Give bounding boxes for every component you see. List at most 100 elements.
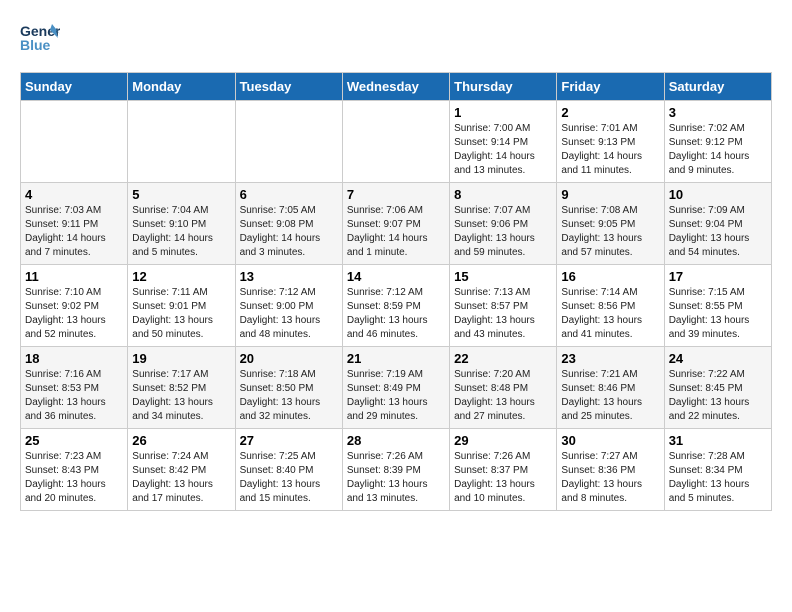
weekday-header-thursday: Thursday xyxy=(450,73,557,101)
day-info: Sunrise: 7:12 AM Sunset: 8:59 PM Dayligh… xyxy=(347,286,445,342)
calendar-cell: 16 Sunrise: 7:14 AM Sunset: 8:56 PM Dayli… xyxy=(557,265,664,347)
day-number: 28 xyxy=(347,433,445,448)
calendar-cell: 2 Sunrise: 7:01 AM Sunset: 9:13 PM Daylig… xyxy=(557,101,664,183)
calendar-cell: 24 Sunrise: 7:22 AM Sunset: 8:45 PM Dayli… xyxy=(664,347,771,429)
calendar-cell: 28 Sunrise: 7:26 AM Sunset: 8:39 PM Dayli… xyxy=(342,429,449,511)
calendar-cell: 11Sunrise: 7:10 AM Sunset: 9:02 PM Dayli… xyxy=(21,265,128,347)
day-number: 29 xyxy=(454,433,552,448)
calendar-table: SundayMondayTuesdayWednesdayThursdayFrid… xyxy=(20,72,772,511)
day-number: 13 xyxy=(240,269,338,284)
calendar-cell: 12 Sunrise: 7:11 AM Sunset: 9:01 PM Dayli… xyxy=(128,265,235,347)
day-number: 10 xyxy=(669,187,767,202)
weekday-header-tuesday: Tuesday xyxy=(235,73,342,101)
calendar-cell: 18 Sunrise: 7:16 AM Sunset: 8:53 PM Dayli… xyxy=(21,347,128,429)
calendar-cell: 23 Sunrise: 7:21 AM Sunset: 8:46 PM Dayli… xyxy=(557,347,664,429)
day-number: 23 xyxy=(561,351,659,366)
day-info: Sunrise: 7:18 AM Sunset: 8:50 PM Dayligh… xyxy=(240,368,338,424)
calendar-cell: 15 Sunrise: 7:13 AM Sunset: 8:57 PM Dayli… xyxy=(450,265,557,347)
day-info: Sunrise: 7:10 AM Sunset: 9:02 PM Dayligh… xyxy=(25,286,123,342)
day-number: 25 xyxy=(25,433,123,448)
calendar-cell: 9 Sunrise: 7:08 AM Sunset: 9:05 PM Daylig… xyxy=(557,183,664,265)
day-number: 21 xyxy=(347,351,445,366)
calendar-cell: 5 Sunrise: 7:04 AM Sunset: 9:10 PM Daylig… xyxy=(128,183,235,265)
day-number: 30 xyxy=(561,433,659,448)
calendar-cell: 7 Sunrise: 7:06 AM Sunset: 9:07 PM Daylig… xyxy=(342,183,449,265)
day-number: 4 xyxy=(25,187,123,202)
day-number: 6 xyxy=(240,187,338,202)
day-info: Sunrise: 7:14 AM Sunset: 8:56 PM Dayligh… xyxy=(561,286,659,342)
day-number: 27 xyxy=(240,433,338,448)
day-number: 14 xyxy=(347,269,445,284)
weekday-header-friday: Friday xyxy=(557,73,664,101)
day-info: Sunrise: 7:20 AM Sunset: 8:48 PM Dayligh… xyxy=(454,368,552,424)
calendar-cell: 21 Sunrise: 7:19 AM Sunset: 8:49 PM Dayli… xyxy=(342,347,449,429)
calendar-cell: 19 Sunrise: 7:17 AM Sunset: 8:52 PM Dayli… xyxy=(128,347,235,429)
day-info: Sunrise: 7:16 AM Sunset: 8:53 PM Dayligh… xyxy=(25,368,123,424)
day-number: 1 xyxy=(454,105,552,120)
calendar-cell xyxy=(128,101,235,183)
day-info: Sunrise: 7:04 AM Sunset: 9:10 PM Dayligh… xyxy=(132,204,230,260)
day-info: Sunrise: 7:03 AM Sunset: 9:11 PM Dayligh… xyxy=(25,204,123,260)
day-number: 15 xyxy=(454,269,552,284)
day-info: Sunrise: 7:08 AM Sunset: 9:05 PM Dayligh… xyxy=(561,204,659,260)
day-info: Sunrise: 7:27 AM Sunset: 8:36 PM Dayligh… xyxy=(561,450,659,506)
calendar-cell: 13 Sunrise: 7:12 AM Sunset: 9:00 PM Dayli… xyxy=(235,265,342,347)
day-info: Sunrise: 7:05 AM Sunset: 9:08 PM Dayligh… xyxy=(240,204,338,260)
weekday-header-wednesday: Wednesday xyxy=(342,73,449,101)
calendar-cell: 6 Sunrise: 7:05 AM Sunset: 9:08 PM Daylig… xyxy=(235,183,342,265)
day-number: 22 xyxy=(454,351,552,366)
day-number: 17 xyxy=(669,269,767,284)
day-info: Sunrise: 7:11 AM Sunset: 9:01 PM Dayligh… xyxy=(132,286,230,342)
day-info: Sunrise: 7:15 AM Sunset: 8:55 PM Dayligh… xyxy=(669,286,767,342)
calendar-cell: 27Sunrise: 7:25 AM Sunset: 8:40 PM Dayli… xyxy=(235,429,342,511)
calendar-cell: 26Sunrise: 7:24 AM Sunset: 8:42 PM Dayli… xyxy=(128,429,235,511)
day-info: Sunrise: 7:09 AM Sunset: 9:04 PM Dayligh… xyxy=(669,204,767,260)
weekday-header-saturday: Saturday xyxy=(664,73,771,101)
day-number: 7 xyxy=(347,187,445,202)
logo: General Blue xyxy=(20,20,60,56)
calendar-cell: 3Sunrise: 7:02 AM Sunset: 9:12 PM Daylig… xyxy=(664,101,771,183)
calendar-cell: 8 Sunrise: 7:07 AM Sunset: 9:06 PM Daylig… xyxy=(450,183,557,265)
day-number: 8 xyxy=(454,187,552,202)
calendar-cell: 14 Sunrise: 7:12 AM Sunset: 8:59 PM Dayli… xyxy=(342,265,449,347)
day-number: 31 xyxy=(669,433,767,448)
day-info: Sunrise: 7:12 AM Sunset: 9:00 PM Dayligh… xyxy=(240,286,338,342)
calendar-cell: 31 Sunrise: 7:28 AM Sunset: 8:34 PM Dayli… xyxy=(664,429,771,511)
calendar-cell: 4 Sunrise: 7:03 AM Sunset: 9:11 PM Daylig… xyxy=(21,183,128,265)
day-info: Sunrise: 7:13 AM Sunset: 8:57 PM Dayligh… xyxy=(454,286,552,342)
day-number: 19 xyxy=(132,351,230,366)
calendar-cell: 17 Sunrise: 7:15 AM Sunset: 8:55 PM Dayli… xyxy=(664,265,771,347)
day-info: Sunrise: 7:26 AM Sunset: 8:37 PM Dayligh… xyxy=(454,450,552,506)
day-info: Sunrise: 7:22 AM Sunset: 8:45 PM Dayligh… xyxy=(669,368,767,424)
day-info: Sunrise: 7:28 AM Sunset: 8:34 PM Dayligh… xyxy=(669,450,767,506)
day-info: Sunrise: 7:01 AM Sunset: 9:13 PM Dayligh… xyxy=(561,122,659,178)
day-info: Sunrise: 7:26 AM Sunset: 8:39 PM Dayligh… xyxy=(347,450,445,506)
day-number: 12 xyxy=(132,269,230,284)
day-number: 20 xyxy=(240,351,338,366)
calendar-cell: 1Sunrise: 7:00 AM Sunset: 9:14 PM Daylig… xyxy=(450,101,557,183)
day-number: 2 xyxy=(561,105,659,120)
day-number: 3 xyxy=(669,105,767,120)
calendar-cell: 30 Sunrise: 7:27 AM Sunset: 8:36 PM Dayli… xyxy=(557,429,664,511)
day-info: Sunrise: 7:19 AM Sunset: 8:49 PM Dayligh… xyxy=(347,368,445,424)
day-number: 5 xyxy=(132,187,230,202)
weekday-header-monday: Monday xyxy=(128,73,235,101)
day-info: Sunrise: 7:21 AM Sunset: 8:46 PM Dayligh… xyxy=(561,368,659,424)
day-number: 24 xyxy=(669,351,767,366)
calendar-cell: 22 Sunrise: 7:20 AM Sunset: 8:48 PM Dayli… xyxy=(450,347,557,429)
day-number: 9 xyxy=(561,187,659,202)
weekday-header-sunday: Sunday xyxy=(21,73,128,101)
day-info: Sunrise: 7:07 AM Sunset: 9:06 PM Dayligh… xyxy=(454,204,552,260)
calendar-cell: 29 Sunrise: 7:26 AM Sunset: 8:37 PM Dayli… xyxy=(450,429,557,511)
day-info: Sunrise: 7:06 AM Sunset: 9:07 PM Dayligh… xyxy=(347,204,445,260)
day-info: Sunrise: 7:23 AM Sunset: 8:43 PM Dayligh… xyxy=(25,450,123,506)
calendar-cell: 10 Sunrise: 7:09 AM Sunset: 9:04 PM Dayli… xyxy=(664,183,771,265)
day-number: 26 xyxy=(132,433,230,448)
day-number: 16 xyxy=(561,269,659,284)
day-info: Sunrise: 7:17 AM Sunset: 8:52 PM Dayligh… xyxy=(132,368,230,424)
svg-text:Blue: Blue xyxy=(20,37,51,53)
day-number: 18 xyxy=(25,351,123,366)
page-header: General Blue xyxy=(20,20,772,56)
calendar-cell xyxy=(235,101,342,183)
calendar-cell xyxy=(342,101,449,183)
